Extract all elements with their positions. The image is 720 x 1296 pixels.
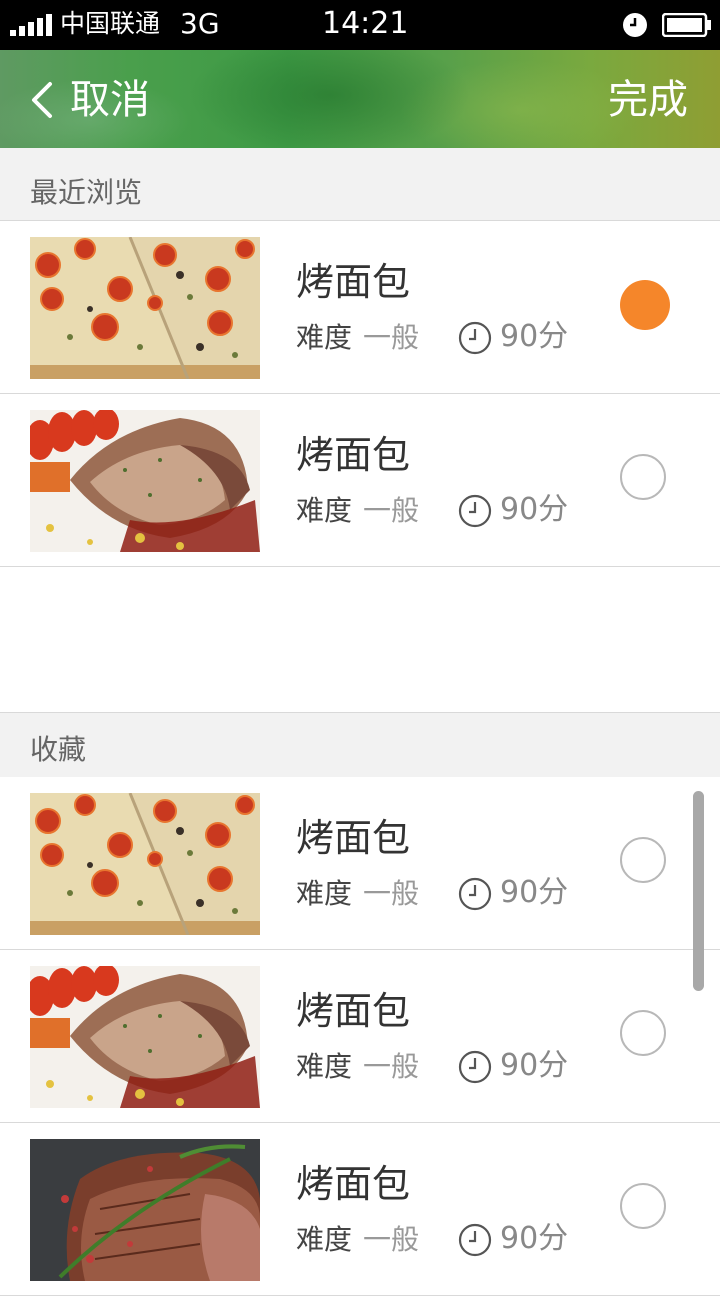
difficulty-value: 一般 (363, 1050, 420, 1083)
recipe-title: 烤面包 (296, 989, 411, 1033)
section-title-recent: 最近浏览 (30, 176, 143, 209)
roast-meat-image (30, 410, 260, 552)
recipe-title: 烤面包 (296, 1162, 411, 1206)
difficulty-label: 难度 (296, 1050, 353, 1083)
section-header-recent: 最近浏览 (0, 148, 720, 221)
recipe-row[interactable]: 烤面包 难度 一般 90分 (0, 777, 720, 950)
difficulty-value: 一般 (363, 1223, 420, 1256)
recipe-thumbnail-steak (30, 1139, 260, 1281)
section-header-favorites: 收藏 (0, 712, 720, 778)
cook-time: 90分 (500, 1048, 569, 1083)
recipe-row[interactable]: 烤面包 难度 一般 90分 (0, 1123, 720, 1296)
difficulty-value: 一般 (363, 877, 420, 910)
clock-icon (458, 494, 492, 528)
select-radio[interactable] (620, 837, 666, 883)
difficulty-label: 难度 (296, 494, 353, 527)
scrollbar-thumb[interactable] (693, 791, 704, 991)
roast-meat-image (30, 966, 260, 1108)
difficulty-value: 一般 (363, 494, 420, 527)
recipe-row[interactable]: 烤面包 难度 一般 90分 (0, 394, 720, 567)
section-title-favorites: 收藏 (30, 733, 87, 766)
recipe-row[interactable]: 烤面包 难度 一般 90分 (0, 950, 720, 1123)
top-nav-bar: 取消 完成 (0, 50, 720, 148)
pizza-image (30, 237, 260, 379)
cook-time: 90分 (500, 875, 569, 910)
clock-icon (458, 321, 492, 355)
clock-icon (458, 877, 492, 911)
recipe-thumbnail-meat (30, 966, 260, 1108)
select-radio-checked[interactable] (620, 280, 670, 330)
difficulty-value: 一般 (363, 321, 420, 354)
difficulty-label: 难度 (296, 877, 353, 910)
chevron-left-icon (32, 82, 52, 118)
recipe-title: 烤面包 (296, 433, 411, 477)
status-bar: 中国联通 3G 14:21 (0, 0, 720, 50)
status-time: 14:21 (322, 6, 409, 41)
signal-icon (10, 14, 52, 36)
alarm-clock-icon (623, 13, 647, 37)
recipe-title: 烤面包 (296, 260, 411, 304)
clock-icon (458, 1223, 492, 1257)
battery-icon (662, 13, 711, 37)
cancel-label: 取消 (70, 77, 150, 123)
difficulty-label: 难度 (296, 321, 353, 354)
recipe-row[interactable]: 烤面包 难度 一般 90分 (0, 221, 720, 394)
cook-time: 90分 (500, 319, 569, 354)
done-button[interactable]: 完成 (608, 72, 688, 128)
carrier-name: 中国联通 (60, 9, 161, 38)
recipe-title: 烤面包 (296, 816, 411, 860)
pizza-image (30, 793, 260, 935)
grilled-steak-image (30, 1139, 260, 1281)
select-radio[interactable] (620, 1010, 666, 1056)
select-radio[interactable] (620, 1183, 666, 1229)
clock-icon (458, 1050, 492, 1084)
cancel-button[interactable]: 取消 (28, 72, 150, 128)
recipe-thumbnail-pizza (30, 793, 260, 935)
recipe-thumbnail-pizza (30, 237, 260, 379)
difficulty-label: 难度 (296, 1223, 353, 1256)
cook-time: 90分 (500, 1221, 569, 1256)
select-radio[interactable] (620, 454, 666, 500)
network-type: 3G (180, 7, 220, 40)
recipe-thumbnail-meat (30, 410, 260, 552)
cook-time: 90分 (500, 492, 569, 527)
